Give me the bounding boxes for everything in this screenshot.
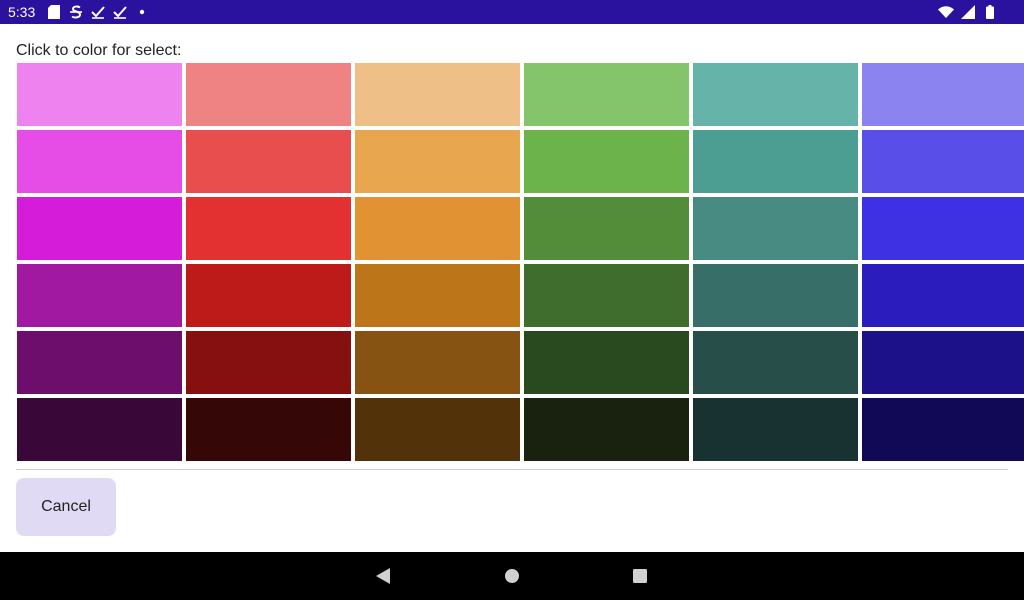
color-swatch[interactable] bbox=[861, 196, 1024, 261]
navigation-bar bbox=[0, 552, 1024, 600]
color-swatch[interactable] bbox=[523, 196, 690, 261]
color-swatch[interactable] bbox=[523, 129, 690, 194]
color-swatch[interactable] bbox=[354, 62, 521, 127]
color-swatch[interactable] bbox=[692, 129, 859, 194]
cancel-button[interactable]: Cancel bbox=[16, 478, 116, 536]
color-swatch[interactable] bbox=[861, 263, 1024, 328]
color-swatch[interactable] bbox=[16, 330, 183, 395]
color-swatch[interactable] bbox=[692, 263, 859, 328]
color-swatch[interactable] bbox=[692, 62, 859, 127]
color-swatch[interactable] bbox=[16, 397, 183, 462]
color-swatch[interactable] bbox=[861, 129, 1024, 194]
checkmark-icon bbox=[112, 4, 128, 20]
color-swatch[interactable] bbox=[692, 196, 859, 261]
color-swatch[interactable] bbox=[861, 62, 1024, 127]
dot-icon bbox=[134, 4, 150, 20]
wifi-icon bbox=[938, 4, 954, 20]
cell-signal-icon bbox=[960, 4, 976, 20]
color-swatch[interactable] bbox=[523, 263, 690, 328]
color-swatch[interactable] bbox=[354, 196, 521, 261]
checkmark-icon bbox=[90, 4, 106, 20]
recents-icon[interactable] bbox=[631, 567, 649, 585]
notification-icons bbox=[46, 4, 150, 20]
color-swatch[interactable] bbox=[692, 397, 859, 462]
color-swatch[interactable] bbox=[523, 397, 690, 462]
color-swatch[interactable] bbox=[354, 263, 521, 328]
s-logo-icon bbox=[68, 4, 84, 20]
color-swatch[interactable] bbox=[185, 129, 352, 194]
color-swatch[interactable] bbox=[16, 263, 183, 328]
color-swatch[interactable] bbox=[523, 62, 690, 127]
system-icons bbox=[938, 4, 998, 20]
divider bbox=[16, 469, 1008, 470]
color-swatch[interactable] bbox=[185, 196, 352, 261]
color-swatch[interactable] bbox=[692, 330, 859, 395]
back-icon[interactable] bbox=[374, 567, 392, 585]
color-swatch[interactable] bbox=[185, 263, 352, 328]
color-swatch[interactable] bbox=[16, 129, 183, 194]
select-color-prompt: Click to color for select: bbox=[16, 42, 182, 59]
color-swatch[interactable] bbox=[185, 330, 352, 395]
color-swatch[interactable] bbox=[354, 397, 521, 462]
sd-card-icon bbox=[46, 4, 62, 20]
battery-icon bbox=[982, 4, 998, 20]
status-time: 5:33 bbox=[8, 4, 36, 20]
color-swatch[interactable] bbox=[185, 62, 352, 127]
color-swatch[interactable] bbox=[861, 397, 1024, 462]
color-swatch[interactable] bbox=[354, 129, 521, 194]
color-swatch[interactable] bbox=[16, 62, 183, 127]
color-swatch[interactable] bbox=[354, 330, 521, 395]
color-swatch[interactable] bbox=[185, 397, 352, 462]
home-icon[interactable] bbox=[503, 567, 521, 585]
status-bar: 5:33 bbox=[0, 0, 1024, 24]
color-swatch[interactable] bbox=[16, 196, 183, 261]
color-swatch-grid bbox=[16, 62, 1024, 462]
color-swatch[interactable] bbox=[861, 330, 1024, 395]
color-swatch[interactable] bbox=[523, 330, 690, 395]
